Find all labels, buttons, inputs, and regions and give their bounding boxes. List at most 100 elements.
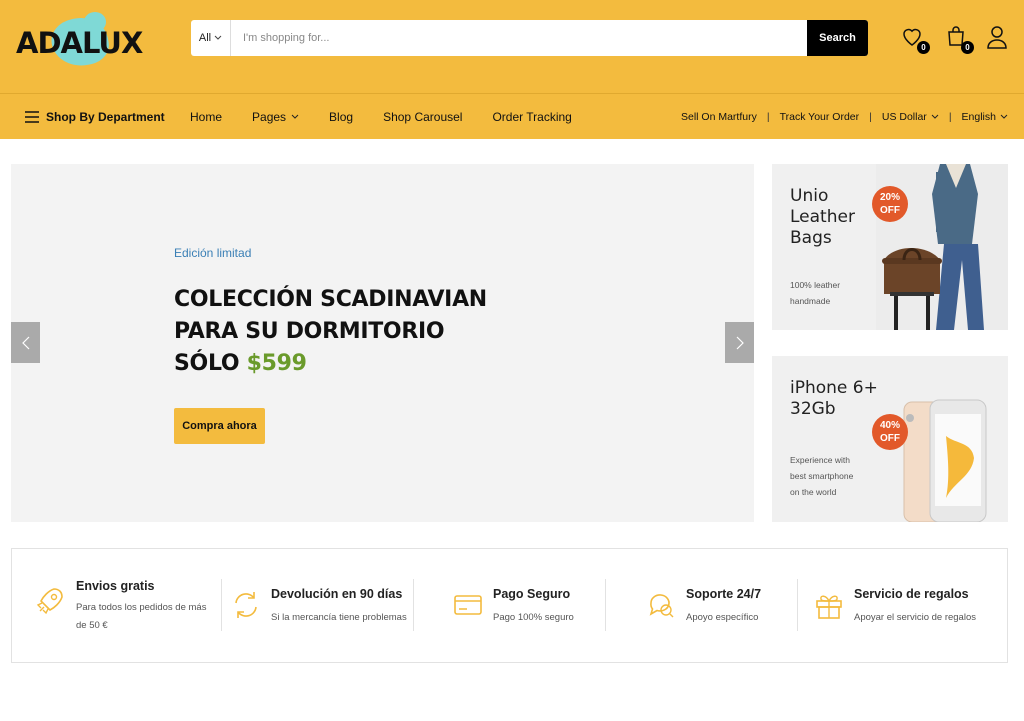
cart-count-badge: 0 [961, 41, 974, 54]
chevron-right-icon [736, 336, 744, 349]
divider [605, 579, 606, 631]
nav-item-pages[interactable]: Pages [252, 110, 299, 124]
slider-next-button[interactable] [725, 322, 754, 363]
feature-title: Devolución en 90 días [271, 587, 403, 601]
nav-item-home[interactable]: Home [190, 110, 222, 124]
promo-banner-leather-bags[interactable]: Unio Leather Bags 100% leather handmade … [772, 164, 1008, 330]
chevron-down-icon [1000, 114, 1008, 119]
feature-title: Servicio de regalos [854, 587, 969, 601]
nav-item-blog[interactable]: Blog [329, 110, 353, 124]
divider [797, 579, 798, 631]
hero-headline-line: SÓLO $599 [174, 348, 487, 380]
hero-headline: COLECCIÓN SCADINAVIAN PARA SU DORMITORIO… [174, 284, 487, 380]
language-label: English [961, 111, 996, 123]
sell-on-martfury-link[interactable]: Sell On Martfury [681, 111, 757, 123]
divider: | [948, 111, 952, 123]
shop-by-department-button[interactable]: Shop By Department [25, 94, 165, 140]
promo-title: Unio Leather Bags [790, 186, 855, 249]
promo-title-line: 32Gb [790, 399, 836, 419]
divider [413, 579, 414, 631]
department-label: Shop By Department [46, 110, 165, 124]
promo-description-line: 100% leather [790, 280, 841, 290]
search-category-select[interactable]: All [191, 20, 231, 56]
feature-subtitle-line: Apoyar el servicio de regalos [854, 612, 976, 623]
promo-description-line: best smartphone [790, 471, 854, 481]
site-header: ADALUX All Search 0 0 [0, 0, 1024, 93]
search-button[interactable]: Search [807, 20, 868, 56]
account-button[interactable] [985, 24, 1011, 54]
promo-title-line: Bags [790, 228, 832, 248]
shop-now-button[interactable]: Compra ahora [174, 408, 265, 444]
features-bar: Envios gratis Para todos los pedidos de … [11, 548, 1008, 663]
gift-icon [816, 595, 842, 619]
chat-support-icon [649, 594, 674, 618]
rocket-icon [36, 588, 63, 615]
chevron-down-icon [931, 114, 939, 119]
feature-subtitle: Si la mercancía tiene problemas [271, 609, 407, 627]
nav-item-shop-carousel[interactable]: Shop Carousel [383, 110, 462, 124]
currency-select[interactable]: US Dollar [882, 111, 939, 123]
nav-item-pages-label: Pages [252, 110, 287, 124]
divider: | [766, 111, 770, 123]
wishlist-button[interactable]: 0 [900, 24, 930, 54]
cart-button[interactable]: 0 [944, 24, 974, 54]
promo-description: 100% leather handmade [790, 277, 840, 309]
track-order-link[interactable]: Track Your Order [780, 111, 860, 123]
feature-subtitle-line: Apoyo específico [686, 612, 759, 623]
main-nav: Shop By Department Home Pages Blog Shop … [0, 93, 1024, 139]
feature-subtitle-line: de 50 € [76, 620, 108, 631]
discount-badge: 40% OFF [872, 414, 908, 450]
feature-title: Pago Seguro [493, 587, 571, 601]
primary-menu: Home Pages Blog Shop Carousel Order Trac… [190, 94, 602, 140]
promo-title-line: Leather [790, 207, 855, 227]
feature-subtitle-line: Para todos los pedidos de más [76, 602, 207, 613]
logo-text: ADALUX [16, 26, 143, 60]
hero-headline-line: COLECCIÓN SCADINAVIAN [174, 287, 487, 312]
currency-label: US Dollar [881, 111, 927, 123]
search-bar: All Search [191, 20, 868, 56]
promo-title-line: Unio [790, 186, 829, 206]
hero-headline-line: PARA SU DORMITORIO [174, 319, 445, 344]
hamburger-menu-icon [25, 111, 39, 123]
refresh-icon [235, 592, 257, 618]
user-icon [987, 26, 1007, 49]
feature-title: Soporte 24/7 [686, 587, 762, 601]
discount-badge: 20% OFF [872, 186, 908, 222]
feature-subtitle: Apoyar el servicio de regalos [854, 609, 976, 627]
credit-card-icon [454, 595, 482, 615]
chevron-left-icon [21, 336, 29, 349]
divider: | [869, 111, 872, 123]
feature-subtitle-line: Pago 100% seguro [493, 612, 574, 623]
hero-price-prefix: SÓLO [174, 351, 247, 376]
promo-description-line: handmade [790, 296, 831, 306]
discount-badge-line: 20% [879, 192, 900, 203]
feature-subtitle: Para todos los pedidos de más de 50 € [76, 599, 206, 635]
language-select[interactable]: English [962, 111, 1008, 123]
discount-badge-line: 40% [879, 420, 900, 431]
promo-description-line: Experience with [790, 455, 851, 465]
iphone-product-image [903, 399, 987, 522]
search-category-label: All [198, 32, 212, 44]
feature-title: Envios gratis [76, 579, 155, 593]
hero-kicker: Edición limitad [174, 246, 252, 260]
promo-description: Experience with best smartphone on the w… [790, 452, 853, 500]
search-input[interactable] [231, 20, 807, 56]
utility-nav: Sell On Martfury | Track Your Order | US… [681, 94, 1008, 140]
hero-price: $599 [246, 351, 307, 376]
discount-badge-line: OFF [879, 433, 900, 444]
site-logo[interactable]: ADALUX [14, 10, 143, 72]
promo-title: iPhone 6+ 32Gb [790, 378, 878, 420]
nav-item-order-tracking[interactable]: Order Tracking [492, 110, 571, 124]
divider [221, 579, 222, 631]
slider-prev-button[interactable] [11, 322, 40, 363]
promo-description-line: on the world [790, 487, 837, 497]
hero-slider: Edición limitad COLECCIÓN SCADINAVIAN PA… [11, 164, 754, 522]
feature-subtitle: Apoyo específico [686, 609, 758, 627]
discount-badge-line: OFF [879, 205, 900, 216]
promo-banner-iphone[interactable]: iPhone 6+ 32Gb Experience with best smar… [772, 356, 1008, 522]
chevron-down-icon [214, 35, 222, 40]
wishlist-count-badge: 0 [917, 41, 930, 54]
promo-title-line: iPhone 6+ [790, 378, 878, 398]
chevron-down-icon [291, 114, 299, 119]
feature-subtitle-line: Si la mercancía tiene problemas [271, 612, 407, 623]
